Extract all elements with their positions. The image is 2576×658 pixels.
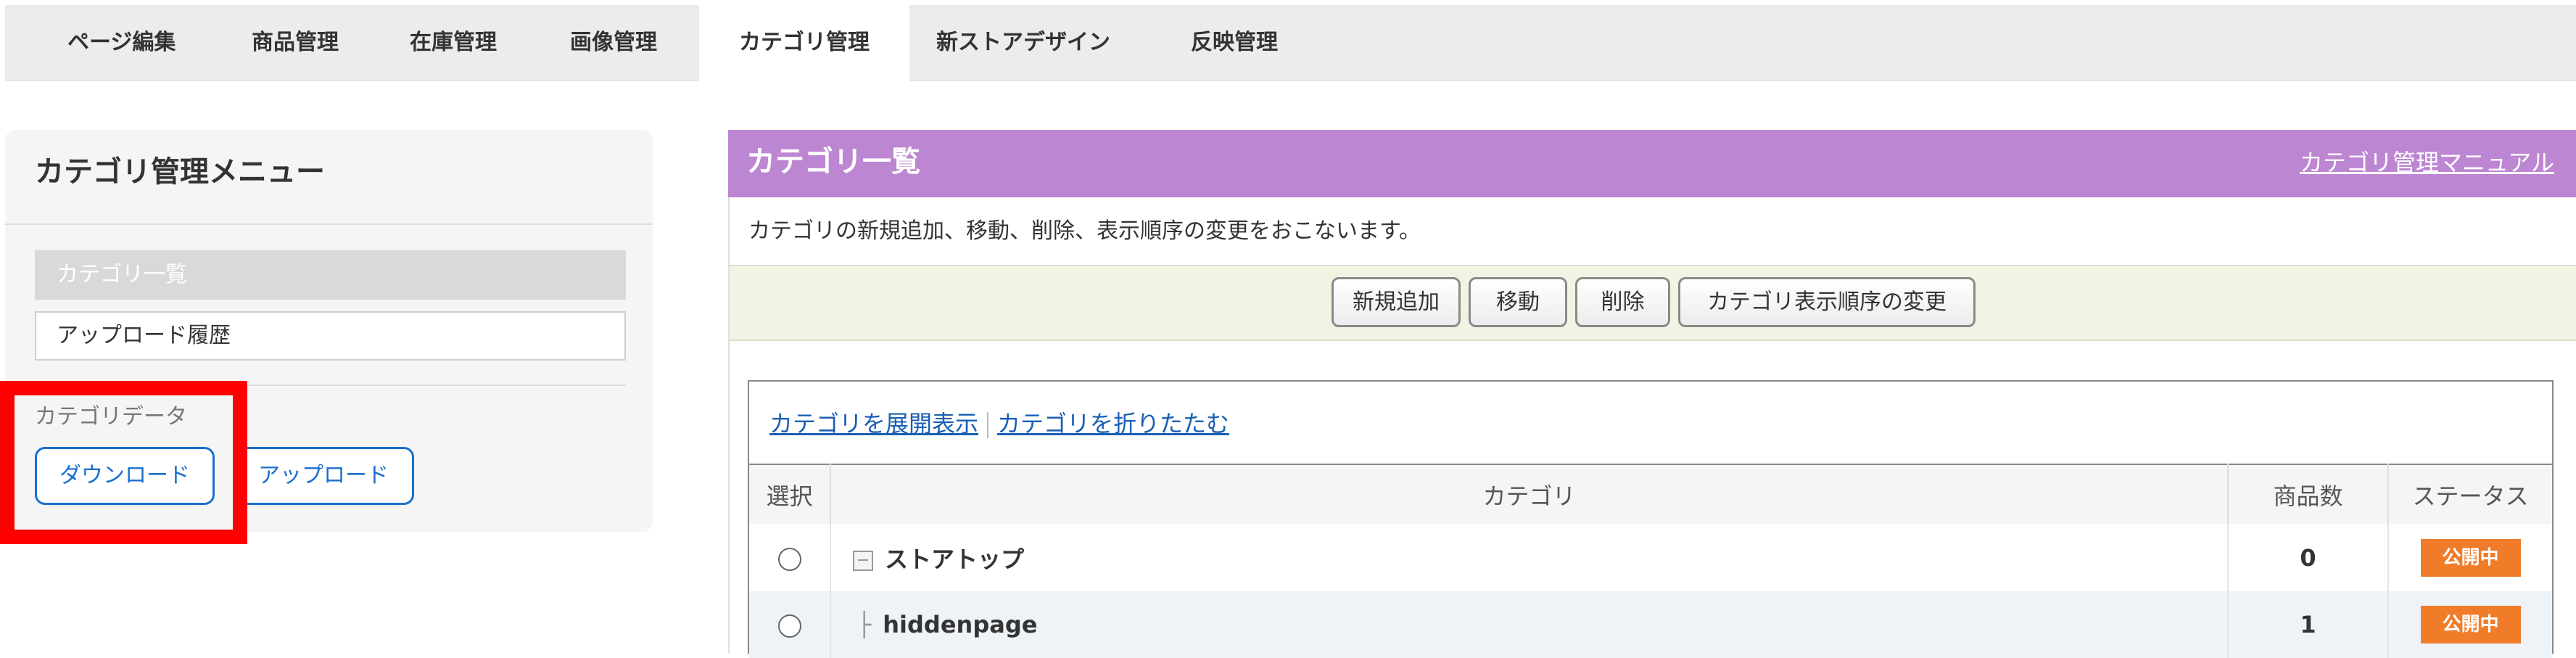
count-column-header: 商品数 [2228,464,2389,525]
tree-branch-icon: ├ [857,611,872,638]
product-count: 1 [2228,591,2389,658]
top-tab-bar: ページ編集 商品管理 在庫管理 画像管理 カテゴリ管理 新ストアデザイン 反映管… [5,5,2576,85]
table-header-row: 選択 カテゴリ 商品数 ステータス [749,464,2552,525]
select-column-header: 選択 [749,464,831,525]
tab-image-management[interactable]: 画像管理 [570,5,657,81]
tab-publish-management[interactable]: 反映管理 [1191,5,1278,81]
category-table: 選択 カテゴリ 商品数 ステータス ストアトップ 0 公開中 ├ hiddenpa… [749,464,2552,658]
category-menu-panel: カテゴリ管理メニュー カテゴリ一覧 アップロード履歴 カテゴリデータ ダウンロー… [5,130,653,532]
action-toolbar: 新規追加 移動 削除 カテゴリ表示順序の変更 [728,266,2576,341]
category-name[interactable]: ストアトップ [885,546,1024,573]
status-badge: 公開中 [2420,606,2521,643]
category-list-header: カテゴリ一覧 カテゴリ管理マニュアル [728,130,2576,197]
link-separator [987,412,989,438]
tab-category-management[interactable]: カテゴリ管理 [699,5,909,85]
panel-title: カテゴリ一覧 [746,145,920,178]
menu-item-category-list[interactable]: カテゴリ一覧 [35,250,626,300]
tab-new-store-design[interactable]: 新ストアデザイン [936,5,1110,81]
table-row: ストアトップ 0 公開中 [749,525,2552,591]
category-manual-link[interactable]: カテゴリ管理マニュアル [2300,144,2554,178]
status-column-header: ステータス [2388,464,2552,525]
menu-item-upload-history[interactable]: アップロード履歴 [35,311,626,361]
menu-divider [5,223,653,225]
category-data-label: カテゴリデータ [35,404,187,429]
tree-toggle-links: カテゴリを展開表示 カテゴリを折りたたむ [769,406,1229,441]
delete-button[interactable]: 削除 [1575,277,1670,327]
category-tree-box: カテゴリを展開表示 カテゴリを折りたたむ 選択 カテゴリ 商品数 ステータス スト… [748,380,2554,658]
category-name[interactable]: hiddenpage [883,611,1037,638]
tab-product-management[interactable]: 商品管理 [252,5,339,81]
menu-title: カテゴリ管理メニュー [35,155,325,189]
panel-description: カテゴリの新規追加、移動、削除、表示順序の変更をおこないます。 [748,218,1421,244]
add-new-button[interactable]: 新規追加 [1332,277,1461,327]
upload-button[interactable]: アップロード [233,447,414,505]
tab-inventory-management[interactable]: 在庫管理 [410,5,497,81]
collapse-categories-link[interactable]: カテゴリを折りたたむ [997,410,1229,437]
move-button[interactable]: 移動 [1469,277,1567,327]
reorder-button[interactable]: カテゴリ表示順序の変更 [1678,277,1976,327]
status-badge: 公開中 [2420,539,2521,577]
collapse-icon[interactable] [853,551,873,571]
download-button[interactable]: ダウンロード [35,447,215,505]
description-row: カテゴリの新規追加、移動、削除、表示順序の変更をおこないます。 [728,197,2576,266]
expand-categories-link[interactable]: カテゴリを展開表示 [769,410,978,437]
table-row: ├ hiddenpage 1 公開中 [749,591,2552,658]
row-select-radio[interactable] [777,548,801,571]
tab-page-edit[interactable]: ページ編集 [67,5,176,81]
product-count: 0 [2228,525,2389,591]
category-column-header: カテゴリ [830,464,2229,525]
row-select-radio[interactable] [777,614,801,638]
menu-divider [35,384,626,386]
